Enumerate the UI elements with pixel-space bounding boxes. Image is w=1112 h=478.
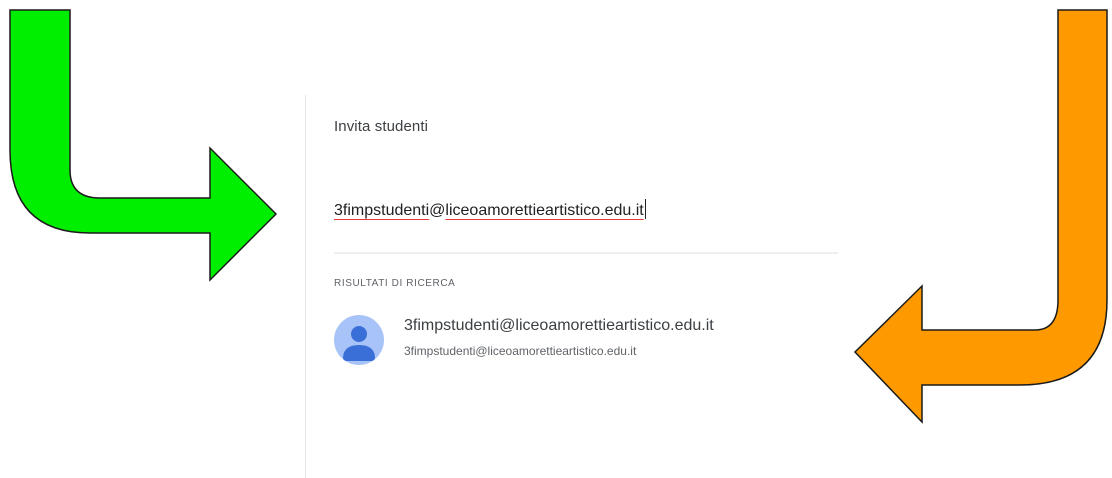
result-name: 3fimpstudenti@liceoamorettieartistico.ed… <box>404 317 714 334</box>
dialog-title: Invita studenti <box>334 118 429 135</box>
email-input-field[interactable]: 3fimpstudenti@liceoamorettieartistico.ed… <box>334 199 646 220</box>
input-divider <box>334 252 838 254</box>
result-email: 3fimpstudenti@liceoamorettieartistico.ed… <box>404 344 637 358</box>
screenshot-stage: Invita studenti 3fimpstudenti@liceoamore… <box>0 0 1112 478</box>
green-arrow-annotation <box>9 9 278 282</box>
text-caret <box>644 199 646 219</box>
invite-students-dialog: Invita studenti 3fimpstudenti@liceoamore… <box>306 95 866 478</box>
person-icon <box>334 315 384 365</box>
search-result-item[interactable]: 3fimpstudenti@liceoamorettieartistico.ed… <box>334 313 834 369</box>
email-input-text-domain: liceoamorettieartistico.edu.it <box>445 202 644 219</box>
orange-arrow-annotation <box>853 9 1108 424</box>
email-input-text-user: 3fimpstudenti <box>334 202 430 219</box>
search-results-header: RISULTATI DI RICERCA <box>334 278 456 289</box>
email-input-text-at: @ <box>429 202 446 219</box>
